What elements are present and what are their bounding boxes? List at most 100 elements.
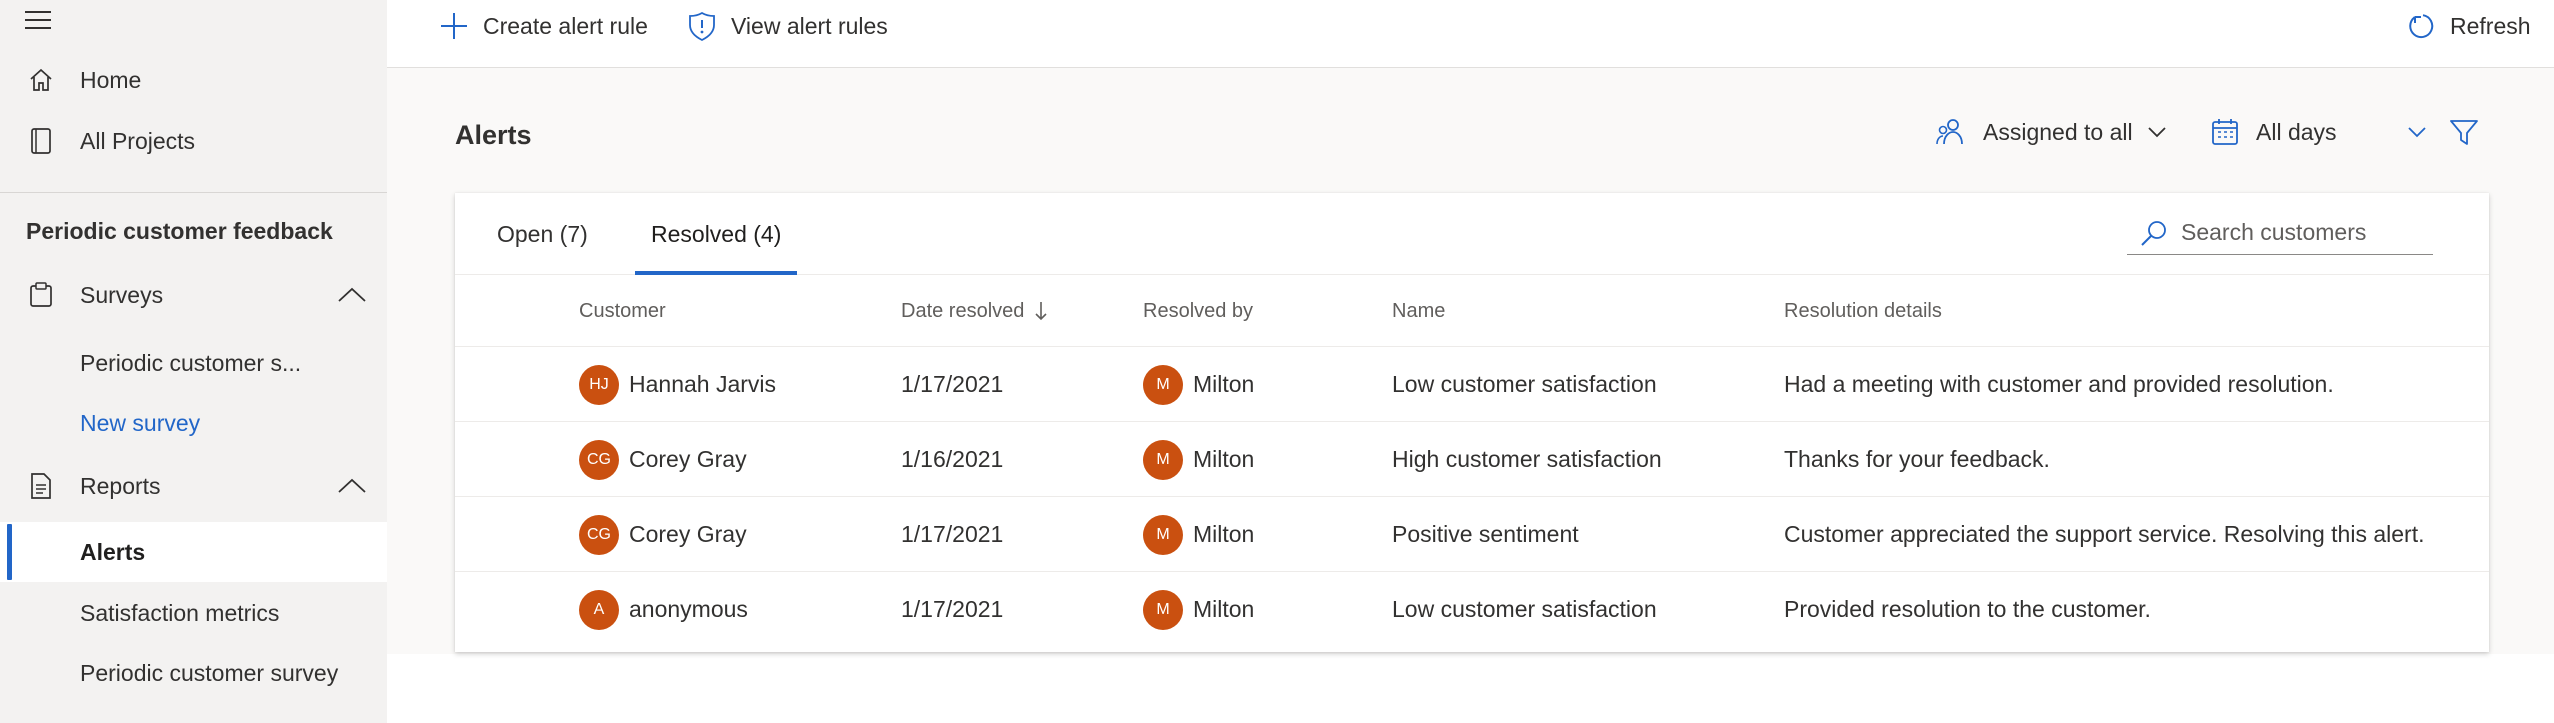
table-row[interactable]: CG Corey Gray 1/17/2021 M Milton Positiv… — [455, 497, 2489, 572]
nav-home[interactable]: Home — [0, 52, 387, 108]
chevron-down-icon — [2407, 126, 2427, 138]
chevron-up-icon[interactable] — [337, 477, 367, 495]
alert-name-cell: Positive sentiment — [1392, 521, 1579, 547]
customer-cell: A anonymous — [579, 572, 748, 647]
nav-satisfaction-metrics-label: Satisfaction metrics — [80, 599, 280, 626]
customer-avatar: CG — [579, 514, 619, 555]
nav-periodic-customer-survey[interactable]: Periodic customer survey — [0, 643, 387, 703]
nav-new-survey-label: New survey — [80, 409, 201, 436]
resolution-details-cell: Had a meeting with customer and provided… — [1784, 371, 2334, 397]
plus-icon — [437, 9, 471, 43]
alert-name-cell: High customer satisfaction — [1392, 446, 1662, 472]
nav-alerts[interactable]: Alerts — [0, 522, 387, 582]
resolver-avatar: M — [1143, 364, 1183, 405]
date-resolved-cell: 1/16/2021 — [901, 446, 1004, 472]
calendar-icon — [2210, 117, 2240, 147]
date-filter-dropdown[interactable]: All days — [2210, 110, 2427, 154]
customer-cell: CG Corey Gray — [579, 422, 747, 497]
customer-avatar: CG — [579, 439, 619, 480]
customer-cell: CG Corey Gray — [579, 497, 747, 572]
page-title: Alerts — [455, 120, 532, 150]
chevron-up-icon[interactable] — [337, 286, 367, 304]
create-alert-rule-button[interactable]: Create alert rule — [437, 8, 648, 44]
clipboard-icon — [26, 280, 56, 310]
sidebar: Home All Projects Periodic customer feed… — [0, 0, 387, 723]
search-icon — [2139, 218, 2169, 248]
table-row[interactable]: HJ Hannah Jarvis 1/17/2021 M Milton Low … — [455, 347, 2489, 422]
view-alert-rules-button[interactable]: View alert rules — [685, 8, 888, 44]
resolved-by-cell: M Milton — [1143, 572, 1254, 647]
table-row[interactable]: CG Corey Gray 1/16/2021 M Milton High cu… — [455, 422, 2489, 497]
customer-name: anonymous — [629, 596, 748, 622]
nav-new-survey[interactable]: New survey — [0, 393, 387, 453]
resolver-avatar: M — [1143, 589, 1183, 630]
resolver-avatar: M — [1143, 439, 1183, 480]
date-resolved-cell: 1/17/2021 — [901, 371, 1004, 397]
hamburger-icon[interactable] — [24, 8, 56, 32]
main-content: Alerts Assigned to all All days Open (7)… — [387, 68, 2554, 654]
nav-satisfaction-metrics[interactable]: Satisfaction metrics — [0, 583, 387, 643]
table-row[interactable]: A anonymous 1/17/2021 M Milton Low custo… — [455, 572, 2489, 647]
customer-name: Corey Gray — [629, 446, 747, 472]
header-resolved-by[interactable]: Resolved by — [1143, 275, 1253, 347]
search-box[interactable] — [2127, 211, 2433, 255]
resolver-avatar: M — [1143, 514, 1183, 555]
tab-bar: Open (7) Resolved (4) — [455, 193, 2489, 275]
date-resolved-cell: 1/17/2021 — [901, 521, 1004, 547]
resolver-name: Milton — [1193, 371, 1255, 397]
home-icon — [26, 65, 56, 95]
nav-survey-periodic-label: Periodic customer s... — [80, 349, 302, 376]
command-bar: Create alert rule View alert rules Refre… — [387, 0, 2554, 68]
header-date-resolved[interactable]: Date resolved — [901, 275, 1048, 347]
resolver-name: Milton — [1193, 521, 1255, 547]
nav-periodic-customer-survey-label: Periodic customer survey — [80, 659, 339, 686]
nav-home-label: Home — [80, 66, 142, 93]
customer-avatar: A — [579, 589, 619, 630]
search-input[interactable] — [2181, 219, 2421, 246]
people-icon — [1935, 117, 1967, 147]
table-body: HJ Hannah Jarvis 1/17/2021 M Milton Low … — [455, 347, 2489, 649]
nav-reports[interactable]: Reports — [0, 458, 387, 514]
header-resolution-details[interactable]: Resolution details — [1784, 275, 1942, 347]
shield-icon — [685, 9, 719, 43]
resolved-by-cell: M Milton — [1143, 422, 1254, 497]
nav-reports-label: Reports — [80, 472, 161, 499]
assigned-filter-label: Assigned to all — [1983, 118, 2133, 145]
date-resolved-cell: 1/17/2021 — [901, 596, 1004, 622]
nav-all-projects-label: All Projects — [80, 127, 196, 154]
alert-name-cell: Low customer satisfaction — [1392, 596, 1657, 622]
resolver-name: Milton — [1193, 446, 1255, 472]
alerts-card: Open (7) Resolved (4) Customer Date reso… — [455, 193, 2489, 652]
resolved-by-cell: M Milton — [1143, 347, 1254, 422]
filter-icon — [2449, 117, 2479, 147]
refresh-icon — [2404, 9, 2438, 43]
chevron-down-icon — [2147, 126, 2167, 138]
nav-surveys-label: Surveys — [80, 281, 164, 308]
refresh-button[interactable]: Refresh — [2404, 8, 2531, 44]
date-filter-label: All days — [2256, 118, 2337, 145]
assigned-filter-dropdown[interactable]: Assigned to all — [1935, 110, 2167, 154]
project-title: Periodic customer feedback — [26, 218, 333, 244]
customer-cell: HJ Hannah Jarvis — [579, 347, 776, 422]
sidebar-divider — [0, 192, 387, 193]
header-customer[interactable]: Customer — [579, 275, 666, 347]
resolved-by-cell: M Milton — [1143, 497, 1254, 572]
document-icon — [26, 126, 56, 156]
table-header: Customer Date resolved Resolved by Name … — [455, 275, 2489, 347]
report-icon — [26, 471, 56, 501]
resolver-name: Milton — [1193, 596, 1255, 622]
tab-open[interactable]: Open (7) — [497, 193, 588, 275]
refresh-label: Refresh — [2450, 12, 2531, 39]
header-name[interactable]: Name — [1392, 275, 1445, 347]
nav-alerts-label: Alerts — [80, 538, 146, 565]
alert-name-cell: Low customer satisfaction — [1392, 371, 1657, 397]
filter-button[interactable] — [2449, 110, 2479, 154]
tab-resolved[interactable]: Resolved (4) — [634, 193, 798, 275]
nav-surveys[interactable]: Surveys — [0, 267, 387, 323]
nav-survey-periodic[interactable]: Periodic customer s... — [0, 333, 387, 393]
view-alert-rules-label: View alert rules — [731, 12, 888, 39]
customer-avatar: HJ — [579, 364, 619, 405]
sort-down-arrow-icon — [1034, 300, 1048, 322]
resolution-details-cell: Customer appreciated the support service… — [1784, 521, 2425, 547]
nav-all-projects[interactable]: All Projects — [0, 113, 387, 169]
